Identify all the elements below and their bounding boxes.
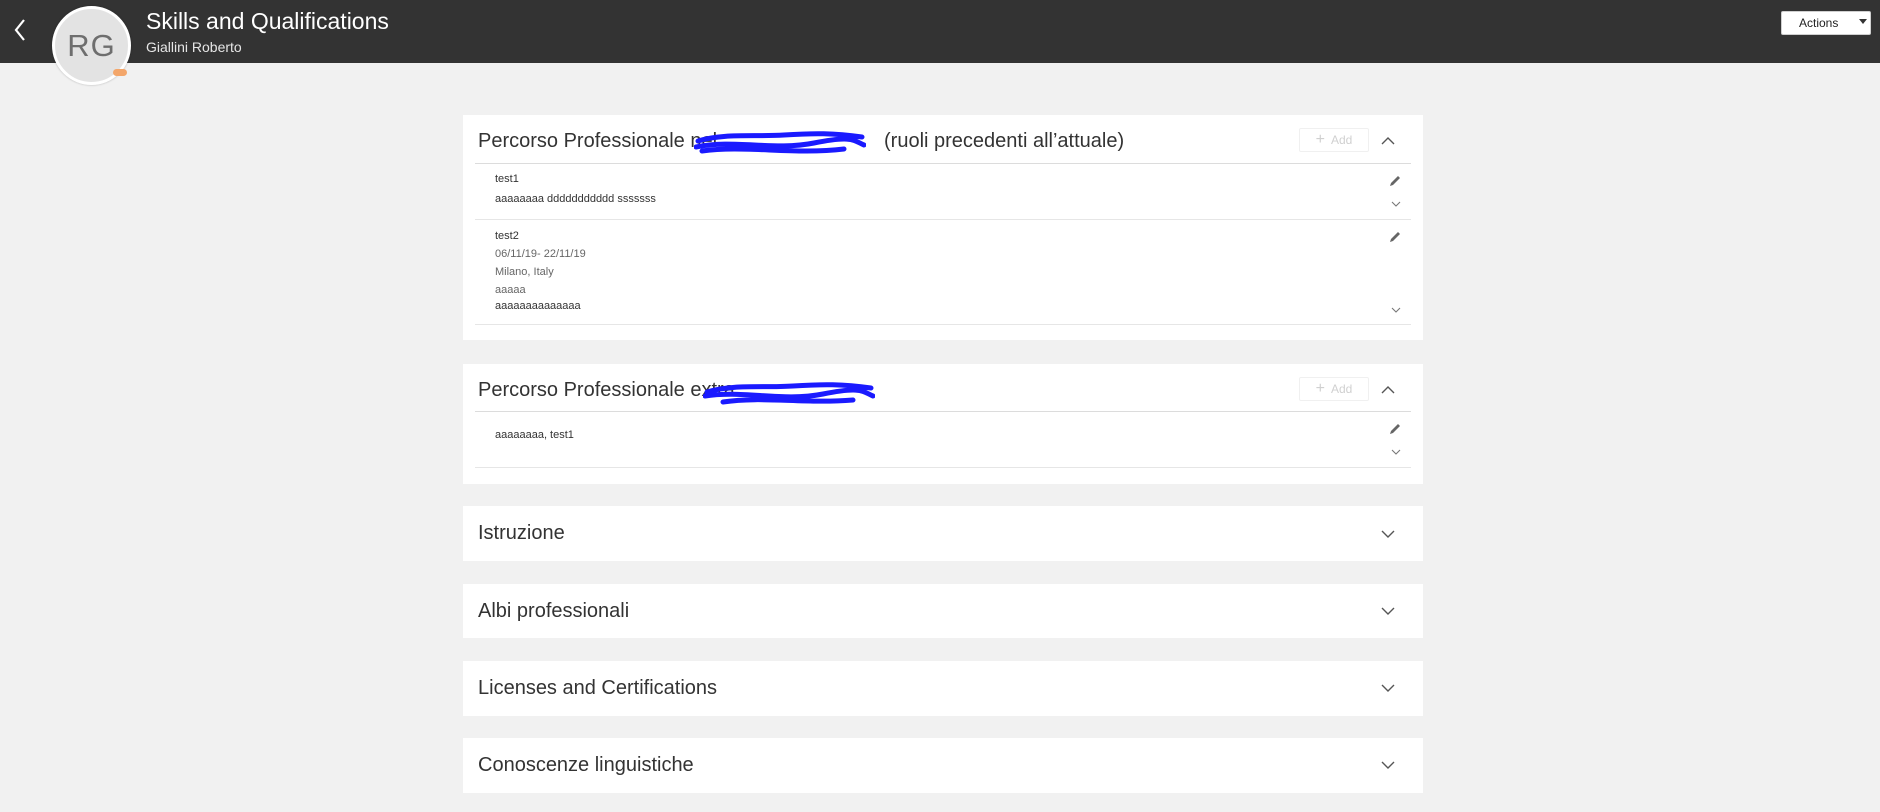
chevron-down-icon[interactable] (1390, 448, 1402, 456)
plus-icon: + (1315, 380, 1325, 397)
chevron-up-icon[interactable] (1380, 384, 1396, 396)
avatar-initials: RG (67, 27, 116, 63)
caret-down-icon (1859, 19, 1867, 24)
section-title: Conoscenze linguistiche (478, 754, 694, 776)
item-detail: aaaaaaaa ddddddddddd sssssss (495, 193, 656, 205)
pencil-icon[interactable] (1388, 422, 1402, 436)
top-bar: Skills and Qualifications Giallini Rober… (0, 0, 1880, 63)
chevron-down-icon[interactable] (1380, 759, 1396, 771)
add-button[interactable]: + Add (1299, 377, 1369, 401)
item-dates: 06/11/19- 22/11/19 (495, 248, 586, 260)
section-title-prefix: Percorso Professionale extra (478, 379, 735, 401)
item-title: test1 (495, 173, 519, 185)
actions-button[interactable]: Actions (1781, 11, 1871, 35)
item-description: aaaaaaaaaaaaaa (495, 300, 581, 312)
chevron-down-icon[interactable] (1390, 200, 1402, 208)
chevron-down-icon[interactable] (1380, 528, 1396, 540)
chevron-down-icon[interactable] (1390, 306, 1402, 314)
item-title: test2 (495, 230, 519, 242)
chevron-down-icon[interactable] (1380, 682, 1396, 694)
section-title: Licenses and Certifications (478, 677, 718, 699)
section-card-conoscenze-linguistiche[interactable]: Conoscenze linguistiche (463, 738, 1423, 793)
list-item[interactable]: test1 aaaaaaaa ddddddddddd sssssss (475, 164, 1411, 220)
chevron-up-icon[interactable] (1380, 135, 1396, 147)
chevron-down-icon[interactable] (1380, 605, 1396, 617)
page-title: Skills and Qualifications (146, 8, 389, 34)
pencil-icon[interactable] (1388, 174, 1402, 188)
section-title: Albi professionali (478, 600, 630, 622)
page-subtitle: Giallini Roberto (146, 39, 242, 55)
list-item[interactable]: test2 06/11/19- 22/11/19 Milano, Italy a… (475, 220, 1411, 325)
chevron-left-icon (14, 19, 25, 41)
add-label: Add (1330, 382, 1353, 396)
list-item[interactable]: aaaaaaaa, test1 (475, 412, 1411, 468)
section-card-career-external: Percorso Professionale extra + Add aaaaa… (463, 364, 1423, 484)
section-title: Percorso Professionale nel (ruoli precede… (478, 130, 1124, 153)
item-location: Milano, Italy (495, 266, 554, 278)
add-button[interactable]: + Add (1299, 128, 1369, 152)
back-button[interactable] (8, 14, 32, 46)
avatar-status-badge (113, 69, 127, 76)
section-title: Percorso Professionale extra (478, 379, 735, 402)
section-card-licenses-certifications[interactable]: Licenses and Certifications (463, 661, 1423, 716)
section-card-albi-professionali[interactable]: Albi professionali (463, 584, 1423, 638)
actions-label: Actions (1799, 16, 1839, 30)
item-detail: aaaaa (495, 284, 526, 296)
section-card-istruzione[interactable]: Istruzione (463, 506, 1423, 561)
pencil-icon[interactable] (1388, 230, 1402, 244)
section-title: Istruzione (478, 522, 565, 544)
add-label: Add (1330, 133, 1353, 147)
plus-icon: + (1315, 131, 1325, 148)
section-title-suffix: (ruoli precedenti all’attuale) (884, 130, 1125, 152)
section-title-prefix: Percorso Professionale nel (478, 130, 718, 152)
item-title: aaaaaaaa, test1 (495, 429, 574, 441)
section-card-career-internal: Percorso Professionale nel (ruoli precede… (463, 115, 1423, 340)
